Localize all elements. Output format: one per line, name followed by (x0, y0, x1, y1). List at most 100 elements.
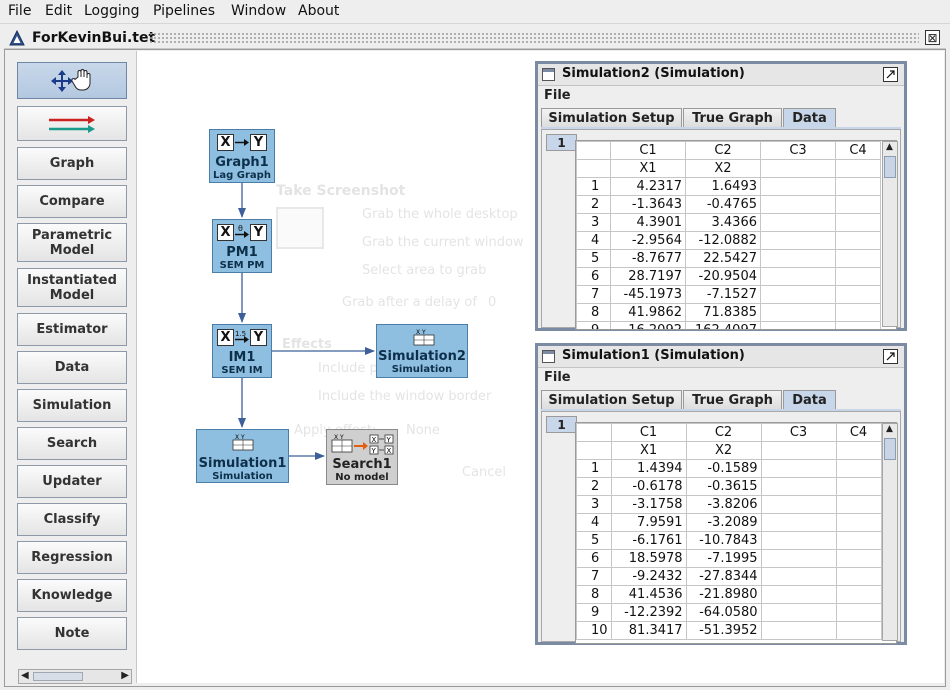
internal-frame-titlebar[interactable]: ForKevinBui.tet ⊠ (4, 27, 946, 49)
column-header[interactable]: C4 (835, 423, 882, 442)
scroll-up-icon[interactable]: ▲ (886, 142, 893, 152)
node-graph1[interactable]: X Y Graph1 Lag Graph (209, 129, 275, 183)
data-cell[interactable] (835, 477, 882, 496)
close-icon[interactable]: ⊠ (925, 30, 940, 45)
data-cell[interactable]: -12.2392 (610, 603, 687, 622)
variable-name-cell[interactable]: X2 (685, 159, 761, 178)
data-cell[interactable]: 16.2092 (610, 321, 686, 329)
data-cell[interactable] (835, 249, 881, 268)
data-cell[interactable] (835, 585, 882, 604)
data-cell[interactable]: -3.2089 (685, 513, 762, 532)
simulation-button[interactable]: Simulation (17, 389, 127, 422)
node-simulation2[interactable]: X Y Simulation2 Simulation (376, 324, 468, 378)
tab-data[interactable]: Data (783, 108, 836, 128)
data-cell[interactable]: 162.4097 (685, 321, 761, 329)
palette-horizontal-scrollbar[interactable]: ◀ ▶ (18, 669, 132, 684)
node-pm1[interactable]: X θ Y PM1 SEM PM (212, 219, 272, 273)
data-cell[interactable] (760, 285, 836, 304)
data-cell[interactable]: 81.3417 (610, 621, 687, 640)
tab-data[interactable]: Data (783, 390, 836, 410)
window-file-menu[interactable]: File (544, 370, 571, 385)
data-cell[interactable] (835, 495, 882, 514)
data-cell[interactable]: 28.7197 (610, 267, 686, 286)
data-cell[interactable]: -9.2432 (610, 567, 687, 586)
data-cell[interactable]: -45.1973 (610, 285, 686, 304)
data-grid[interactable]: C1 C2 C3 C4 X1 X2 1 1.4394 -0.1589 2 -0.6178 -0.361… (575, 422, 897, 644)
scroll-up-icon[interactable]: ▲ (886, 424, 893, 434)
data-cell[interactable]: 41.4536 (610, 585, 687, 604)
data-cell[interactable]: -21.8980 (685, 585, 762, 604)
grid-vertical-scrollbar[interactable]: ▲ (882, 141, 898, 327)
variable-name-cell[interactable] (760, 441, 837, 460)
regression-button[interactable]: Regression (17, 541, 127, 574)
data-cell[interactable] (835, 177, 881, 196)
select-move-tool-button[interactable] (17, 62, 127, 99)
column-header[interactable]: C3 (760, 141, 836, 160)
data-cell[interactable] (760, 621, 837, 640)
menu-edit[interactable]: Edit (45, 3, 72, 19)
data-cell[interactable]: 41.9862 (610, 303, 686, 322)
parametric-model-button[interactable]: Parametric Model (17, 223, 127, 262)
data-cell[interactable]: 1.6493 (685, 177, 761, 196)
note-button[interactable]: Note (17, 617, 127, 650)
data-cell[interactable] (835, 621, 882, 640)
column-header[interactable]: C2 (685, 423, 762, 442)
data-cell[interactable] (760, 585, 837, 604)
data-cell[interactable]: -51.3952 (685, 621, 762, 640)
data-cell[interactable]: -20.9504 (685, 267, 761, 286)
variable-name-cell[interactable]: X2 (685, 441, 762, 460)
simulation2-window[interactable]: Simulation2 (Simulation) File Simulation… (535, 61, 907, 331)
maximize-icon[interactable] (883, 349, 898, 364)
data-cell[interactable] (835, 303, 881, 322)
data-cell[interactable]: 4.3901 (610, 213, 686, 232)
data-cell[interactable]: 18.5978 (610, 549, 687, 568)
column-header[interactable]: C2 (685, 141, 761, 160)
data-cell[interactable]: -1.3643 (610, 195, 686, 214)
tab-simulation-setup[interactable]: Simulation Setup (541, 390, 682, 410)
data-cell[interactable]: -0.6178 (610, 477, 687, 496)
data-button[interactable]: Data (17, 351, 127, 384)
data-cell[interactable] (760, 213, 836, 232)
data-cell[interactable] (835, 549, 882, 568)
data-cell[interactable]: 71.8385 (685, 303, 761, 322)
menu-logging[interactable]: Logging (84, 3, 140, 19)
data-cell[interactable]: -12.0882 (685, 231, 761, 250)
dataset-tab-1[interactable]: 1 (546, 416, 577, 433)
scroll-left-icon[interactable]: ◀ (21, 670, 29, 681)
data-cell[interactable] (835, 513, 882, 532)
instantiated-model-button[interactable]: Instantiated Model (17, 268, 127, 307)
column-header[interactable]: C1 (610, 141, 686, 160)
compare-button[interactable]: Compare (17, 185, 127, 218)
data-grid[interactable]: C1 C2 C3 C4 X1 X2 1 4.2317 1.6493 2 -1.3643 -0.4765… (575, 140, 897, 330)
window-titlebar[interactable]: Simulation1 (Simulation) (538, 346, 904, 368)
variable-name-cell[interactable]: X1 (610, 441, 687, 460)
data-cell[interactable] (835, 321, 881, 329)
data-cell[interactable] (760, 567, 837, 586)
data-cell[interactable]: 7.9591 (610, 513, 687, 532)
scroll-thumb[interactable] (33, 672, 83, 681)
data-cell[interactable] (760, 477, 837, 496)
data-cell[interactable]: -64.0580 (685, 603, 762, 622)
data-cell[interactable] (760, 459, 837, 478)
column-header[interactable]: C4 (835, 141, 881, 160)
menu-window[interactable]: Window (231, 3, 286, 19)
node-simulation1[interactable]: X Y Simulation1 Simulation (196, 429, 289, 483)
data-cell[interactable]: 1.4394 (610, 459, 687, 478)
column-header[interactable]: C1 (610, 423, 687, 442)
data-cell[interactable]: -27.8344 (685, 567, 762, 586)
estimator-button[interactable]: Estimator (17, 313, 127, 346)
data-cell[interactable] (760, 495, 837, 514)
variable-name-cell[interactable] (835, 441, 882, 460)
updater-button[interactable]: Updater (17, 465, 127, 498)
window-titlebar[interactable]: Simulation2 (Simulation) (538, 64, 904, 86)
variable-name-cell[interactable] (835, 159, 881, 178)
data-cell[interactable]: 22.5427 (685, 249, 761, 268)
node-im1[interactable]: X 1.5 Y IM1 SEM IM (212, 324, 272, 378)
simulation1-window[interactable]: Simulation1 (Simulation) File Simulation… (535, 343, 907, 645)
data-cell[interactable] (760, 531, 837, 550)
data-cell[interactable] (835, 603, 882, 622)
menu-about[interactable]: About (298, 3, 339, 19)
grid-vertical-scrollbar[interactable]: ▲ (882, 423, 898, 641)
data-cell[interactable] (835, 195, 881, 214)
column-header[interactable]: C3 (760, 423, 837, 442)
